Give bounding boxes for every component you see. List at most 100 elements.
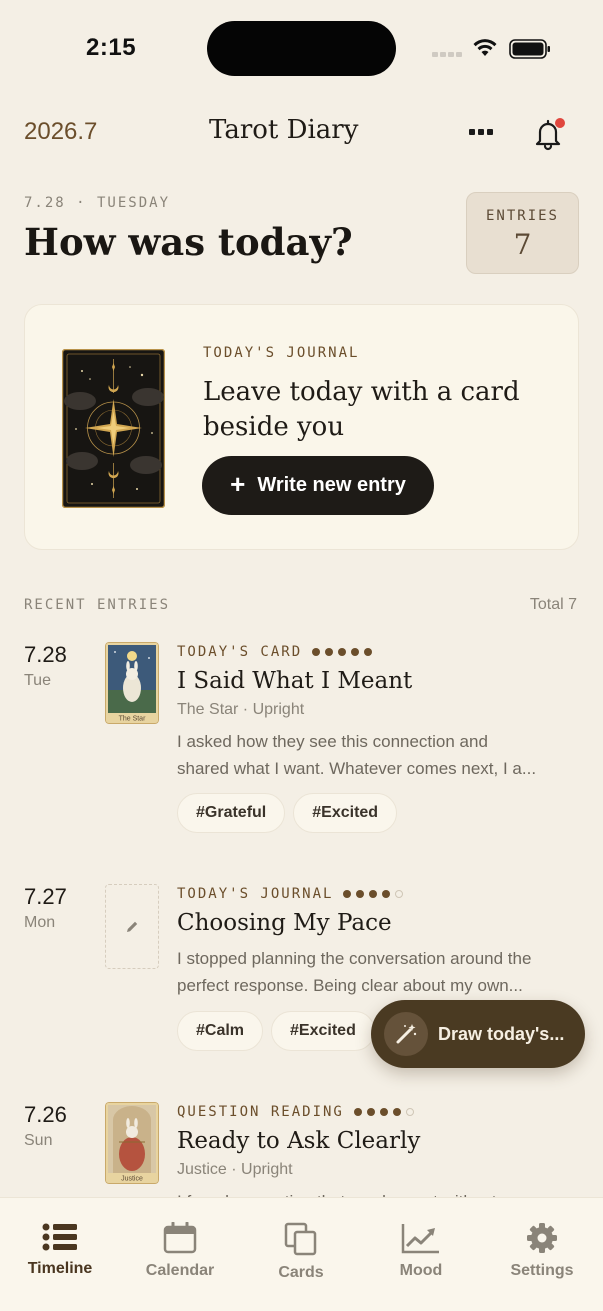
rating-dot	[338, 648, 347, 656]
rating-dot	[405, 1108, 414, 1116]
entry-day: 7.28	[24, 642, 67, 667]
tab-mood[interactable]: Mood	[366, 1222, 476, 1280]
status-bar: 2:15	[0, 0, 603, 96]
entry-excerpt-line: perfect response. Being clear about my o…	[177, 976, 523, 995]
tab-label: Settings	[510, 1262, 574, 1279]
page-title: How was today?	[24, 220, 353, 264]
entry-tags: #Calm #Excited	[177, 1011, 375, 1051]
entry-kicker: TODAY'S CARD	[177, 644, 373, 660]
rating-dot	[379, 1108, 388, 1116]
tag-chip[interactable]: #Excited	[293, 793, 398, 833]
recent-entries-label: RECENT ENTRIES	[24, 597, 171, 613]
write-new-entry-label: Write new entry	[257, 474, 406, 496]
month-selector[interactable]: 2026.7	[24, 118, 97, 146]
battery-icon	[509, 39, 550, 59]
rating-dot	[366, 1108, 375, 1116]
entry-day: 7.26	[24, 1102, 67, 1127]
tab-settings[interactable]: Settings	[487, 1222, 597, 1280]
entry-excerpt-line: I stopped planning the conversation arou…	[177, 949, 532, 968]
tab-label: Cards	[278, 1264, 324, 1281]
tag-chip[interactable]: #Calm	[177, 1011, 264, 1051]
notification-badge	[555, 118, 565, 128]
tab-label: Mood	[399, 1262, 443, 1279]
entry-title: Ready to Ask Clearly	[177, 1128, 421, 1154]
entries-label: ENTRIES	[485, 208, 559, 224]
calendar-icon	[163, 1222, 197, 1254]
recent-entries-total: Total 7	[529, 596, 577, 613]
rating-dot	[353, 1108, 362, 1116]
magic-wand-icon	[396, 1024, 417, 1044]
tab-calendar[interactable]: Calendar	[125, 1222, 235, 1280]
entry-row[interactable]: 7.28 Tue The Star TODAY'S CARD I Said Wh…	[0, 642, 603, 842]
cards-icon	[284, 1222, 317, 1256]
justice-thumb-label: Justice	[121, 1176, 143, 1183]
entry-kicker-text: QUESTION READING	[177, 1104, 344, 1120]
more-options-button[interactable]	[464, 120, 498, 144]
fab-icon-container	[384, 1012, 428, 1056]
plus-icon: +	[230, 469, 246, 499]
entry-excerpt-line: I found a question that can be sent with…	[177, 1188, 582, 1197]
entry-kicker: TODAY'S JOURNAL	[177, 886, 404, 902]
draw-today-button[interactable]: Draw today's...	[371, 1000, 585, 1068]
entry-excerpt-line: I asked how they see this connection and	[177, 732, 488, 751]
draw-today-label: Draw today's...	[438, 1023, 565, 1044]
entry-day: 7.27	[24, 884, 67, 909]
tag-chip[interactable]: #Excited	[271, 1011, 375, 1051]
wifi-icon	[473, 39, 497, 56]
tab-timeline[interactable]: Timeline	[5, 1222, 115, 1278]
entry-kicker-text: TODAY'S CARD	[177, 644, 303, 660]
list-icon	[42, 1223, 77, 1251]
rating-dot	[343, 890, 352, 898]
status-time: 2:15	[86, 34, 137, 61]
app-header: 2026.7 Tarot Diary	[0, 104, 603, 160]
rating-dot	[312, 648, 321, 656]
gear-icon	[527, 1223, 557, 1253]
tag-chip[interactable]: #Grateful	[177, 793, 286, 833]
entry-title: Choosing My Pace	[177, 910, 392, 936]
journal-prompt: Leave today with a card beside you	[203, 377, 520, 442]
dynamic-island	[207, 21, 396, 76]
tab-label: Calendar	[145, 1262, 215, 1279]
rating-dot	[395, 890, 404, 898]
entry-rating	[353, 1108, 414, 1116]
bottom-tab-bar: Timeline Calendar Cards Mood Settings	[0, 1197, 603, 1311]
entry-weekday: Sun	[24, 1132, 53, 1149]
entry-title: I Said What I Meant	[177, 668, 413, 694]
write-new-entry-button[interactable]: + Write new entry	[202, 456, 434, 515]
notifications-button[interactable]	[530, 116, 566, 152]
rating-dot	[392, 1108, 401, 1116]
entry-rating	[343, 890, 404, 898]
entry-tags: #Grateful #Excited	[177, 793, 398, 833]
no-card-placeholder	[105, 884, 159, 969]
pencil-icon	[127, 921, 138, 932]
entry-rating	[312, 648, 373, 656]
chart-icon	[401, 1224, 439, 1254]
rating-dot	[351, 648, 360, 656]
entries-count: 7	[513, 228, 532, 261]
star-tarot-card-image	[62, 349, 165, 508]
signal-icon	[432, 52, 462, 57]
star-thumb-label: The Star	[119, 716, 147, 723]
entry-kicker: QUESTION READING	[177, 1104, 414, 1120]
entry-weekday: Tue	[24, 672, 51, 689]
entries-counter: ENTRIES 7	[466, 192, 579, 274]
entry-card-name: Justice · Upright	[177, 1161, 293, 1178]
entry-excerpt: I asked how they see this connection and…	[177, 728, 582, 782]
entry-excerpt: I stopped planning the conversation arou…	[177, 945, 582, 999]
rating-dot	[325, 648, 334, 656]
the-star-card-thumbnail: The Star	[105, 642, 159, 724]
rating-dot	[382, 890, 391, 898]
tab-cards[interactable]: Cards	[246, 1222, 356, 1282]
entry-excerpt-line: shared what I want. Whatever comes next,…	[177, 759, 537, 778]
entry-kicker-text: TODAY'S JOURNAL	[177, 886, 334, 902]
tab-label: Timeline	[27, 1260, 93, 1277]
rating-dot	[369, 890, 378, 898]
justice-card-thumbnail: Justice	[105, 1102, 159, 1184]
entry-card-name: The Star · Upright	[177, 701, 305, 718]
rating-dot	[364, 648, 373, 656]
rating-dot	[356, 890, 365, 898]
current-date: 7.28 · TUESDAY	[24, 195, 171, 211]
entry-row[interactable]: 7.26 Sun Justice QUESTION READING Ready …	[0, 1102, 603, 1197]
more-icon	[469, 129, 475, 135]
app-title: Tarot Diary	[209, 115, 359, 145]
